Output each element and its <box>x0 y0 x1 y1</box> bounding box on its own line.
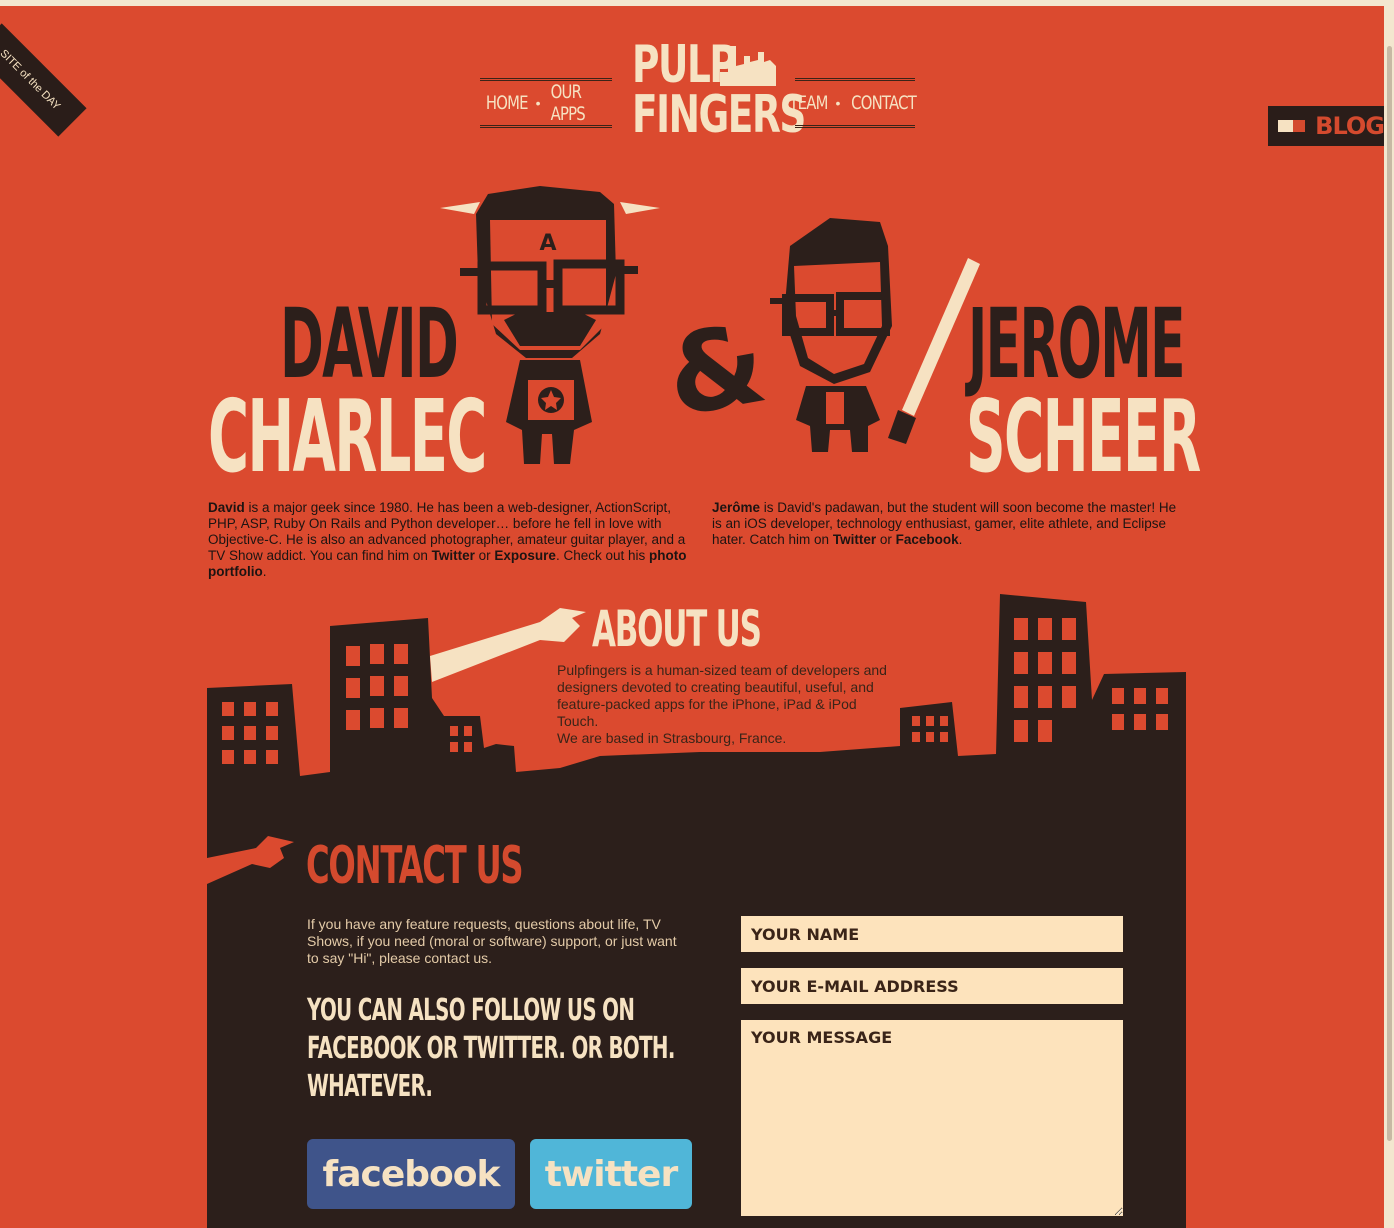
blog-label: BLOG <box>1315 112 1384 140</box>
blog-tab[interactable]: BLOG <box>1268 106 1384 146</box>
follow-line-1: YOU CAN ALSO FOLLOW US ON <box>307 993 635 1028</box>
about-us-text-2: We are based in Strasbourg, France. <box>557 730 787 746</box>
jerome-last-name: SCHEER <box>966 378 1201 495</box>
nav-separator: • <box>835 95 841 111</box>
david-bio-text-2: . Check out his <box>555 548 649 563</box>
scrollbar-thumb[interactable] <box>1387 46 1392 1141</box>
jerome-bio-end: . <box>958 532 963 547</box>
twitter-label: twitter <box>544 1153 678 1195</box>
nav-right: TEAM • CONTACT <box>790 78 918 128</box>
david-bio-end: . <box>262 564 267 579</box>
blog-toggle-icon <box>1278 120 1306 132</box>
contact-us-text: If you have any feature requests, questi… <box>307 916 677 966</box>
david-caricature: A <box>440 186 660 464</box>
david-badge-letter: A <box>539 231 556 256</box>
jerome-bio: Jerôme is David's padawan, but the stude… <box>712 500 1187 548</box>
david-exposure-link[interactable]: Exposure <box>494 548 556 563</box>
about-us-text-1: Pulpfingers is a human-sized team of dev… <box>557 662 887 729</box>
david-bio-name: David <box>208 500 245 515</box>
contact-us-title: CONTACT US <box>306 836 524 896</box>
sotd-line1: SITE of <box>0 47 32 82</box>
nav-contact-link[interactable]: CONTACT <box>852 92 918 114</box>
nav-left: HOME • OUR APPS <box>480 78 612 128</box>
page-scrollbar[interactable] <box>1384 6 1394 1228</box>
nav-team-link[interactable]: TEAM <box>790 92 829 114</box>
facebook-button[interactable]: facebook <box>307 1139 515 1209</box>
jerome-bio-name: Jerôme <box>712 500 761 515</box>
jerome-caricature <box>770 218 980 452</box>
follow-us-text: YOU CAN ALSO FOLLOW US ON FACEBOOK OR TW… <box>307 992 703 1106</box>
facebook-label: facebook <box>322 1153 501 1195</box>
jerome-twitter-link[interactable]: Twitter <box>833 532 876 547</box>
follow-line-2: FACEBOOK OR TWITTER. OR BOTH. <box>307 1031 675 1066</box>
sotd-line2: the DAY <box>25 75 63 113</box>
jerome-bio-or: or <box>876 532 896 547</box>
about-us-title: ABOUT US <box>592 600 762 658</box>
name-field[interactable] <box>741 916 1123 952</box>
david-bio: David is a major geek since 1980. He has… <box>208 500 688 580</box>
follow-line-3: WHATEVER. <box>307 1069 433 1104</box>
nav-our-apps-link[interactable]: OUR APPS <box>550 81 604 125</box>
about-us-text: Pulpfingers is a human-sized team of dev… <box>557 662 887 747</box>
hand-skyline-logo-icon <box>720 46 776 86</box>
message-field[interactable] <box>741 1020 1123 1216</box>
jerome-facebook-link[interactable]: Facebook <box>896 532 959 547</box>
nav-separator: • <box>535 95 541 111</box>
david-twitter-link[interactable]: Twitter <box>432 548 475 563</box>
ampersand: & <box>657 298 775 442</box>
email-field[interactable] <box>741 968 1123 1004</box>
david-bio-or: or <box>474 548 495 563</box>
page: SITE of the DAY HOME • OUR APPS PULP FIN… <box>0 6 1384 1228</box>
nav-home-link[interactable]: HOME <box>486 92 529 114</box>
twitter-button[interactable]: twitter <box>530 1139 692 1209</box>
site-of-the-day-badge[interactable]: SITE of the DAY <box>0 23 87 137</box>
logo-line2: FINGERS <box>632 85 806 145</box>
